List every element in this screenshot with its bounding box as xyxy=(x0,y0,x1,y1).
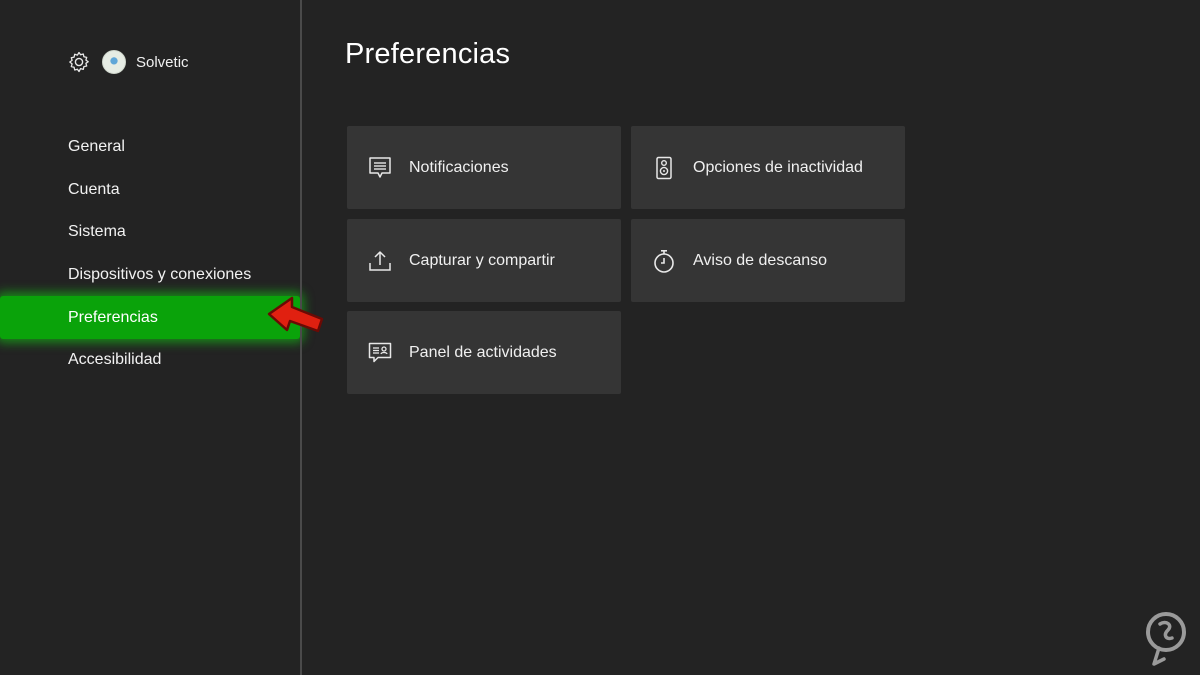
tile-label: Panel de actividades xyxy=(409,343,557,361)
share-upload-icon xyxy=(369,250,391,271)
idle-options-icon xyxy=(656,156,672,179)
sidebar-item-dispositivos[interactable]: Dispositivos y conexiones xyxy=(0,254,300,297)
activity-feed-icon xyxy=(368,342,392,362)
tile-label: Aviso de descanso xyxy=(693,251,828,269)
profile-header: Solvetic xyxy=(67,49,189,75)
profile-name: Solvetic xyxy=(136,53,189,71)
sidebar: Solvetic General Cuenta Sistema Disposit… xyxy=(0,0,300,675)
sidebar-item-sistema[interactable]: Sistema xyxy=(0,211,300,254)
tile-notificaciones[interactable]: Notificaciones xyxy=(347,126,621,209)
tile-opciones-inactividad[interactable]: Opciones de inactividad xyxy=(631,126,905,209)
notifications-icon xyxy=(369,156,391,178)
sidebar-item-preferencias[interactable]: Preferencias xyxy=(0,296,300,339)
sidebar-item-general[interactable]: General xyxy=(0,126,300,169)
tile-label: Notificaciones xyxy=(409,158,509,176)
avatar[interactable] xyxy=(102,50,126,74)
gear-icon[interactable] xyxy=(67,50,91,74)
tile-aviso-descanso[interactable]: Aviso de descanso xyxy=(631,219,905,302)
tile-label: Capturar y compartir xyxy=(409,251,555,269)
sidebar-nav: General Cuenta Sistema Dispositivos y co… xyxy=(0,126,300,382)
tile-label: Opciones de inactividad xyxy=(693,158,863,176)
tile-capturar-compartir[interactable]: Capturar y compartir xyxy=(347,219,621,302)
page-title: Preferencias xyxy=(345,38,511,70)
sidebar-item-accesibilidad[interactable]: Accesibilidad xyxy=(0,339,300,382)
tile-panel-actividades[interactable]: Panel de actividades xyxy=(347,311,621,394)
sidebar-item-cuenta[interactable]: Cuenta xyxy=(0,169,300,212)
annotation-arrow-icon xyxy=(267,296,324,333)
timer-icon xyxy=(654,249,674,273)
solvetic-watermark-logo xyxy=(1146,612,1186,666)
